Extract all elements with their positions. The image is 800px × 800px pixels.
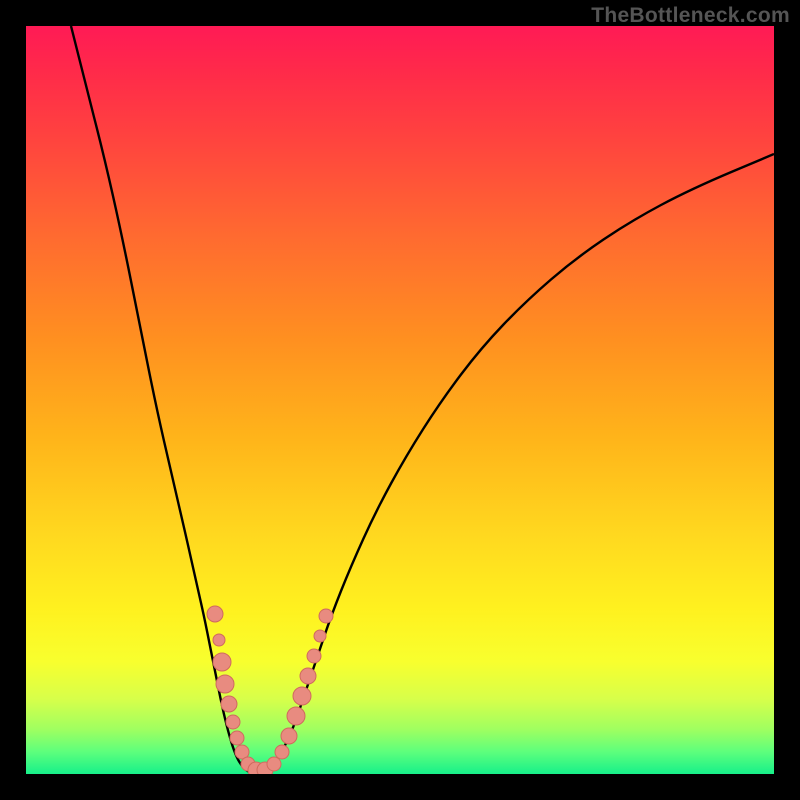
- data-marker: [300, 668, 316, 684]
- plot-area: [26, 26, 774, 774]
- chart-svg: [26, 26, 774, 774]
- marker-group: [207, 606, 333, 774]
- data-marker: [267, 757, 281, 771]
- data-marker: [221, 696, 237, 712]
- data-marker: [307, 649, 321, 663]
- data-marker: [293, 687, 311, 705]
- curve-group: [71, 26, 774, 774]
- data-marker: [275, 745, 289, 759]
- data-marker: [287, 707, 305, 725]
- data-marker: [226, 715, 240, 729]
- data-marker: [213, 653, 231, 671]
- attribution-text: TheBottleneck.com: [591, 4, 790, 28]
- data-marker: [314, 630, 326, 642]
- data-marker: [213, 634, 225, 646]
- chart-frame: TheBottleneck.com: [0, 0, 800, 800]
- data-marker: [207, 606, 223, 622]
- right-branch-curve: [256, 154, 774, 774]
- data-marker: [230, 731, 244, 745]
- data-marker: [281, 728, 297, 744]
- data-marker: [319, 609, 333, 623]
- data-marker: [216, 675, 234, 693]
